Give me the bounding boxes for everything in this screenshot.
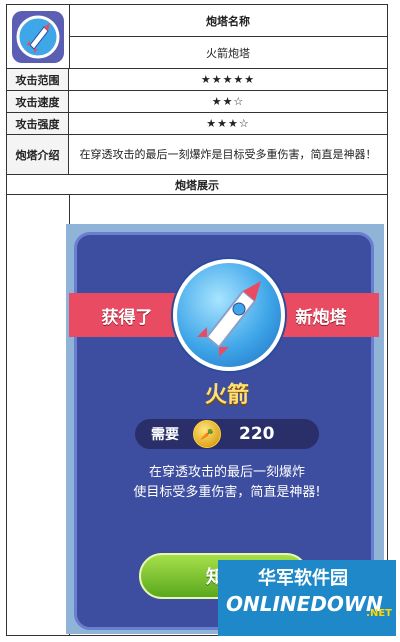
watermark-logo: 华军软件园 ONLINEDOWN .NET <box>218 560 396 636</box>
price-label: 需要 <box>151 427 179 443</box>
price-bar: 需要 🥕 220 <box>135 419 319 449</box>
attr-row-intro: 炮塔介绍 在穿透攻击的最后一刻爆炸是目标受多重伤害，简直是神器！ <box>7 135 387 175</box>
attr-row-speed: 攻击速度 ★★☆ <box>7 91 387 113</box>
tower-name: 火箭 <box>204 383 249 408</box>
showcase-row: 炮塔展示 <box>7 175 387 195</box>
tower-icon-cell <box>7 5 70 69</box>
description-line: 使目标受多重伤害，简直是神器! <box>133 485 321 500</box>
attr-value: ★★★☆ <box>206 117 250 130</box>
rocket-icon <box>12 11 64 63</box>
rocket-bubble-icon <box>173 259 285 371</box>
attr-label: 攻击强度 <box>7 113 69 134</box>
ribbon-left: 获得了 <box>69 293 185 337</box>
description-line: 在穿透攻击的最后一刻爆炸 <box>148 465 305 480</box>
watermark-cn: 华军软件园 <box>258 568 348 589</box>
attr-label: 攻击速度 <box>7 91 69 112</box>
attr-value: ★★★★★ <box>200 73 256 86</box>
name-label: 炮塔名称 <box>69 5 387 37</box>
price-value: 220 <box>239 424 275 444</box>
header-row: 炮塔名称 火箭炮塔 <box>7 5 387 69</box>
watermark-dom: .NET <box>366 608 392 619</box>
name-value: 火箭炮塔 <box>206 47 250 60</box>
attr-value: 在穿透攻击的最后一刻爆炸是目标受多重伤害，简直是神器！ <box>79 147 377 161</box>
carrot-coin-icon: 🥕 <box>193 420 221 448</box>
description: 在穿透攻击的最后一刻爆炸 使目标受多重伤害，简直是神器! <box>87 463 367 503</box>
attr-value: ★★☆ <box>211 95 245 108</box>
attr-label: 攻击范围 <box>7 69 69 90</box>
attr-row-power: 攻击强度 ★★★☆ <box>7 113 387 135</box>
showcase-label: 炮塔展示 <box>175 178 219 192</box>
attr-row-range: 攻击范围 ★★★★★ <box>7 69 387 91</box>
watermark-en: ONLINEDOWN <box>226 592 383 616</box>
attr-label: 炮塔介绍 <box>7 135 69 174</box>
